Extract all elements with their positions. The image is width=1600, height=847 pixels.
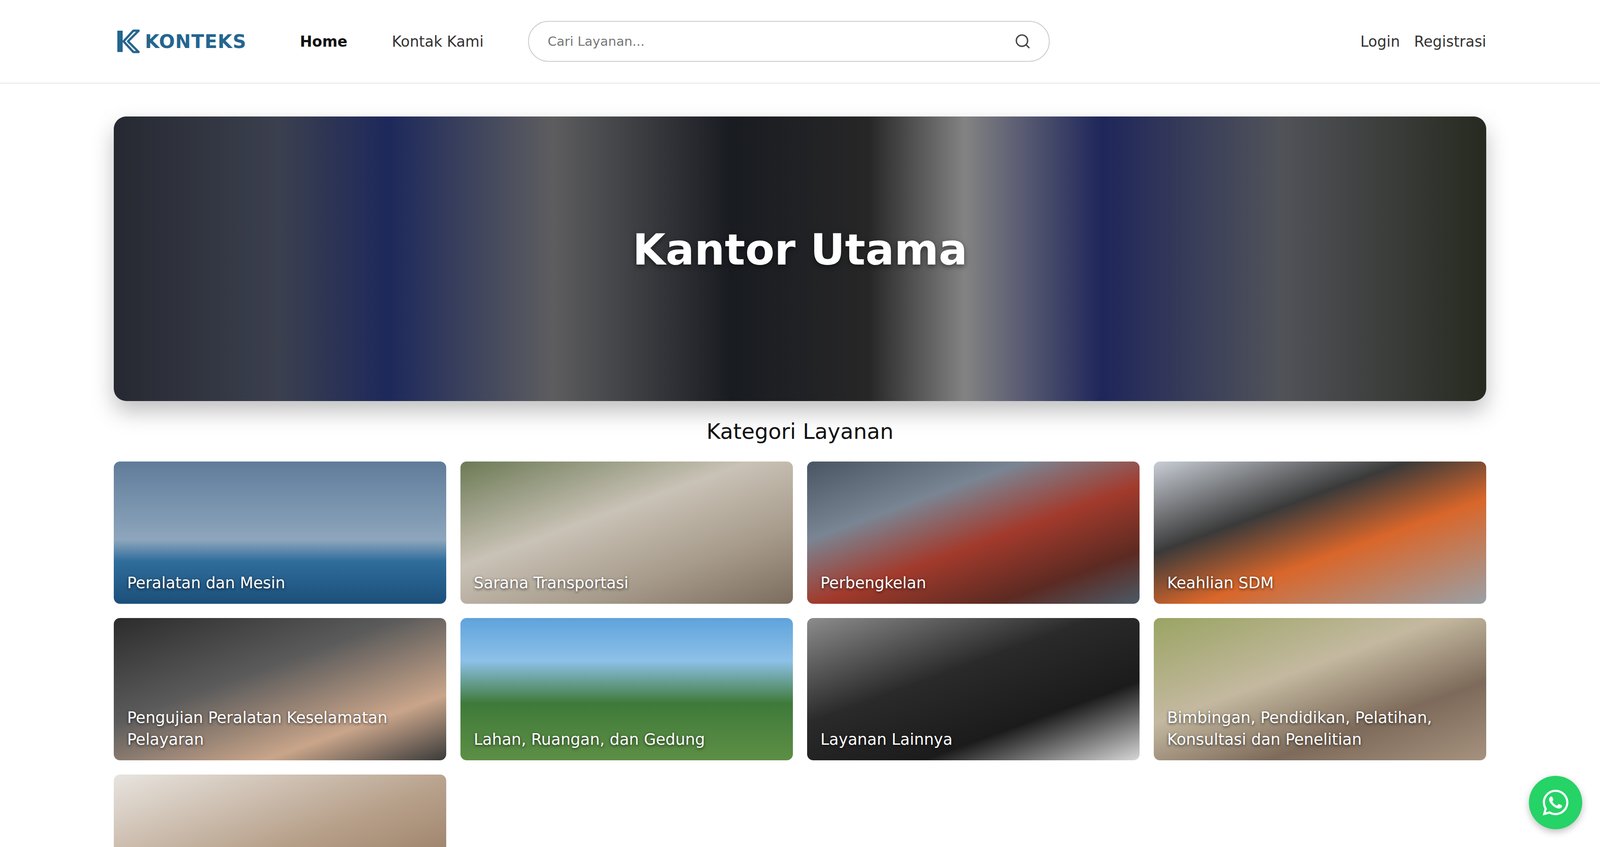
category-label: Layanan Lainnya bbox=[820, 728, 1127, 751]
category-card[interactable]: Layanan Lainnya bbox=[807, 617, 1140, 760]
auth-links: Login Registrasi bbox=[1360, 32, 1487, 51]
category-label: Peralatan dan Mesin bbox=[127, 572, 433, 594]
category-card[interactable] bbox=[113, 774, 447, 847]
category-label: Perbengkelan bbox=[820, 572, 1127, 594]
logo[interactable]: KONTEKS bbox=[113, 28, 247, 55]
logo-icon bbox=[113, 28, 141, 55]
category-label: Pengujian Peralatan Keselamatan Pelayara… bbox=[127, 706, 433, 751]
category-card[interactable]: Perbengkelan bbox=[807, 461, 1140, 604]
category-label: Bimbingan, Pendidikan, Pelatihan, Konsul… bbox=[1167, 706, 1473, 751]
category-card[interactable]: Lahan, Ruangan, dan Gedung bbox=[460, 617, 793, 760]
section-title: Kategori Layanan bbox=[113, 418, 1487, 444]
nav-link[interactable]: Home bbox=[300, 32, 348, 51]
main: Kantor Utama Kategori Layanan Peralatan da… bbox=[113, 83, 1487, 847]
category-label: Sarana Transportasi bbox=[473, 572, 780, 594]
nav-link[interactable]: Kontak Kami bbox=[392, 32, 484, 51]
whatsapp-button[interactable] bbox=[1528, 775, 1583, 829]
whatsapp-icon bbox=[1540, 787, 1571, 817]
hero-banner: Kantor Utama bbox=[113, 116, 1487, 401]
search-icon[interactable] bbox=[1014, 32, 1032, 50]
header: KONTEKS Home Kontak Kami Login Registrasi bbox=[0, 0, 1600, 84]
category-card[interactable]: Peralatan dan Mesin bbox=[113, 461, 447, 604]
nav: Home Kontak Kami bbox=[300, 32, 484, 51]
category-card[interactable]: Bimbingan, Pendidikan, Pelatihan, Konsul… bbox=[1153, 617, 1487, 760]
category-card[interactable]: Pengujian Peralatan Keselamatan Pelayara… bbox=[113, 617, 447, 760]
category-card[interactable]: Sarana Transportasi bbox=[460, 461, 793, 604]
logo-text: KONTEKS bbox=[144, 30, 247, 53]
auth-link[interactable]: Registrasi bbox=[1414, 32, 1487, 51]
category-card[interactable]: Keahlian SDM bbox=[1153, 461, 1487, 604]
category-grid: Peralatan dan Mesin Sarana Transportasi Pe… bbox=[113, 461, 1487, 847]
auth-link[interactable]: Login bbox=[1360, 32, 1400, 51]
category-label: Lahan, Ruangan, dan Gedung bbox=[473, 728, 780, 751]
search-box bbox=[528, 20, 1050, 62]
search-input[interactable] bbox=[546, 33, 1006, 50]
category-label: Keahlian SDM bbox=[1167, 572, 1473, 594]
hero-title: Kantor Utama bbox=[632, 224, 968, 275]
